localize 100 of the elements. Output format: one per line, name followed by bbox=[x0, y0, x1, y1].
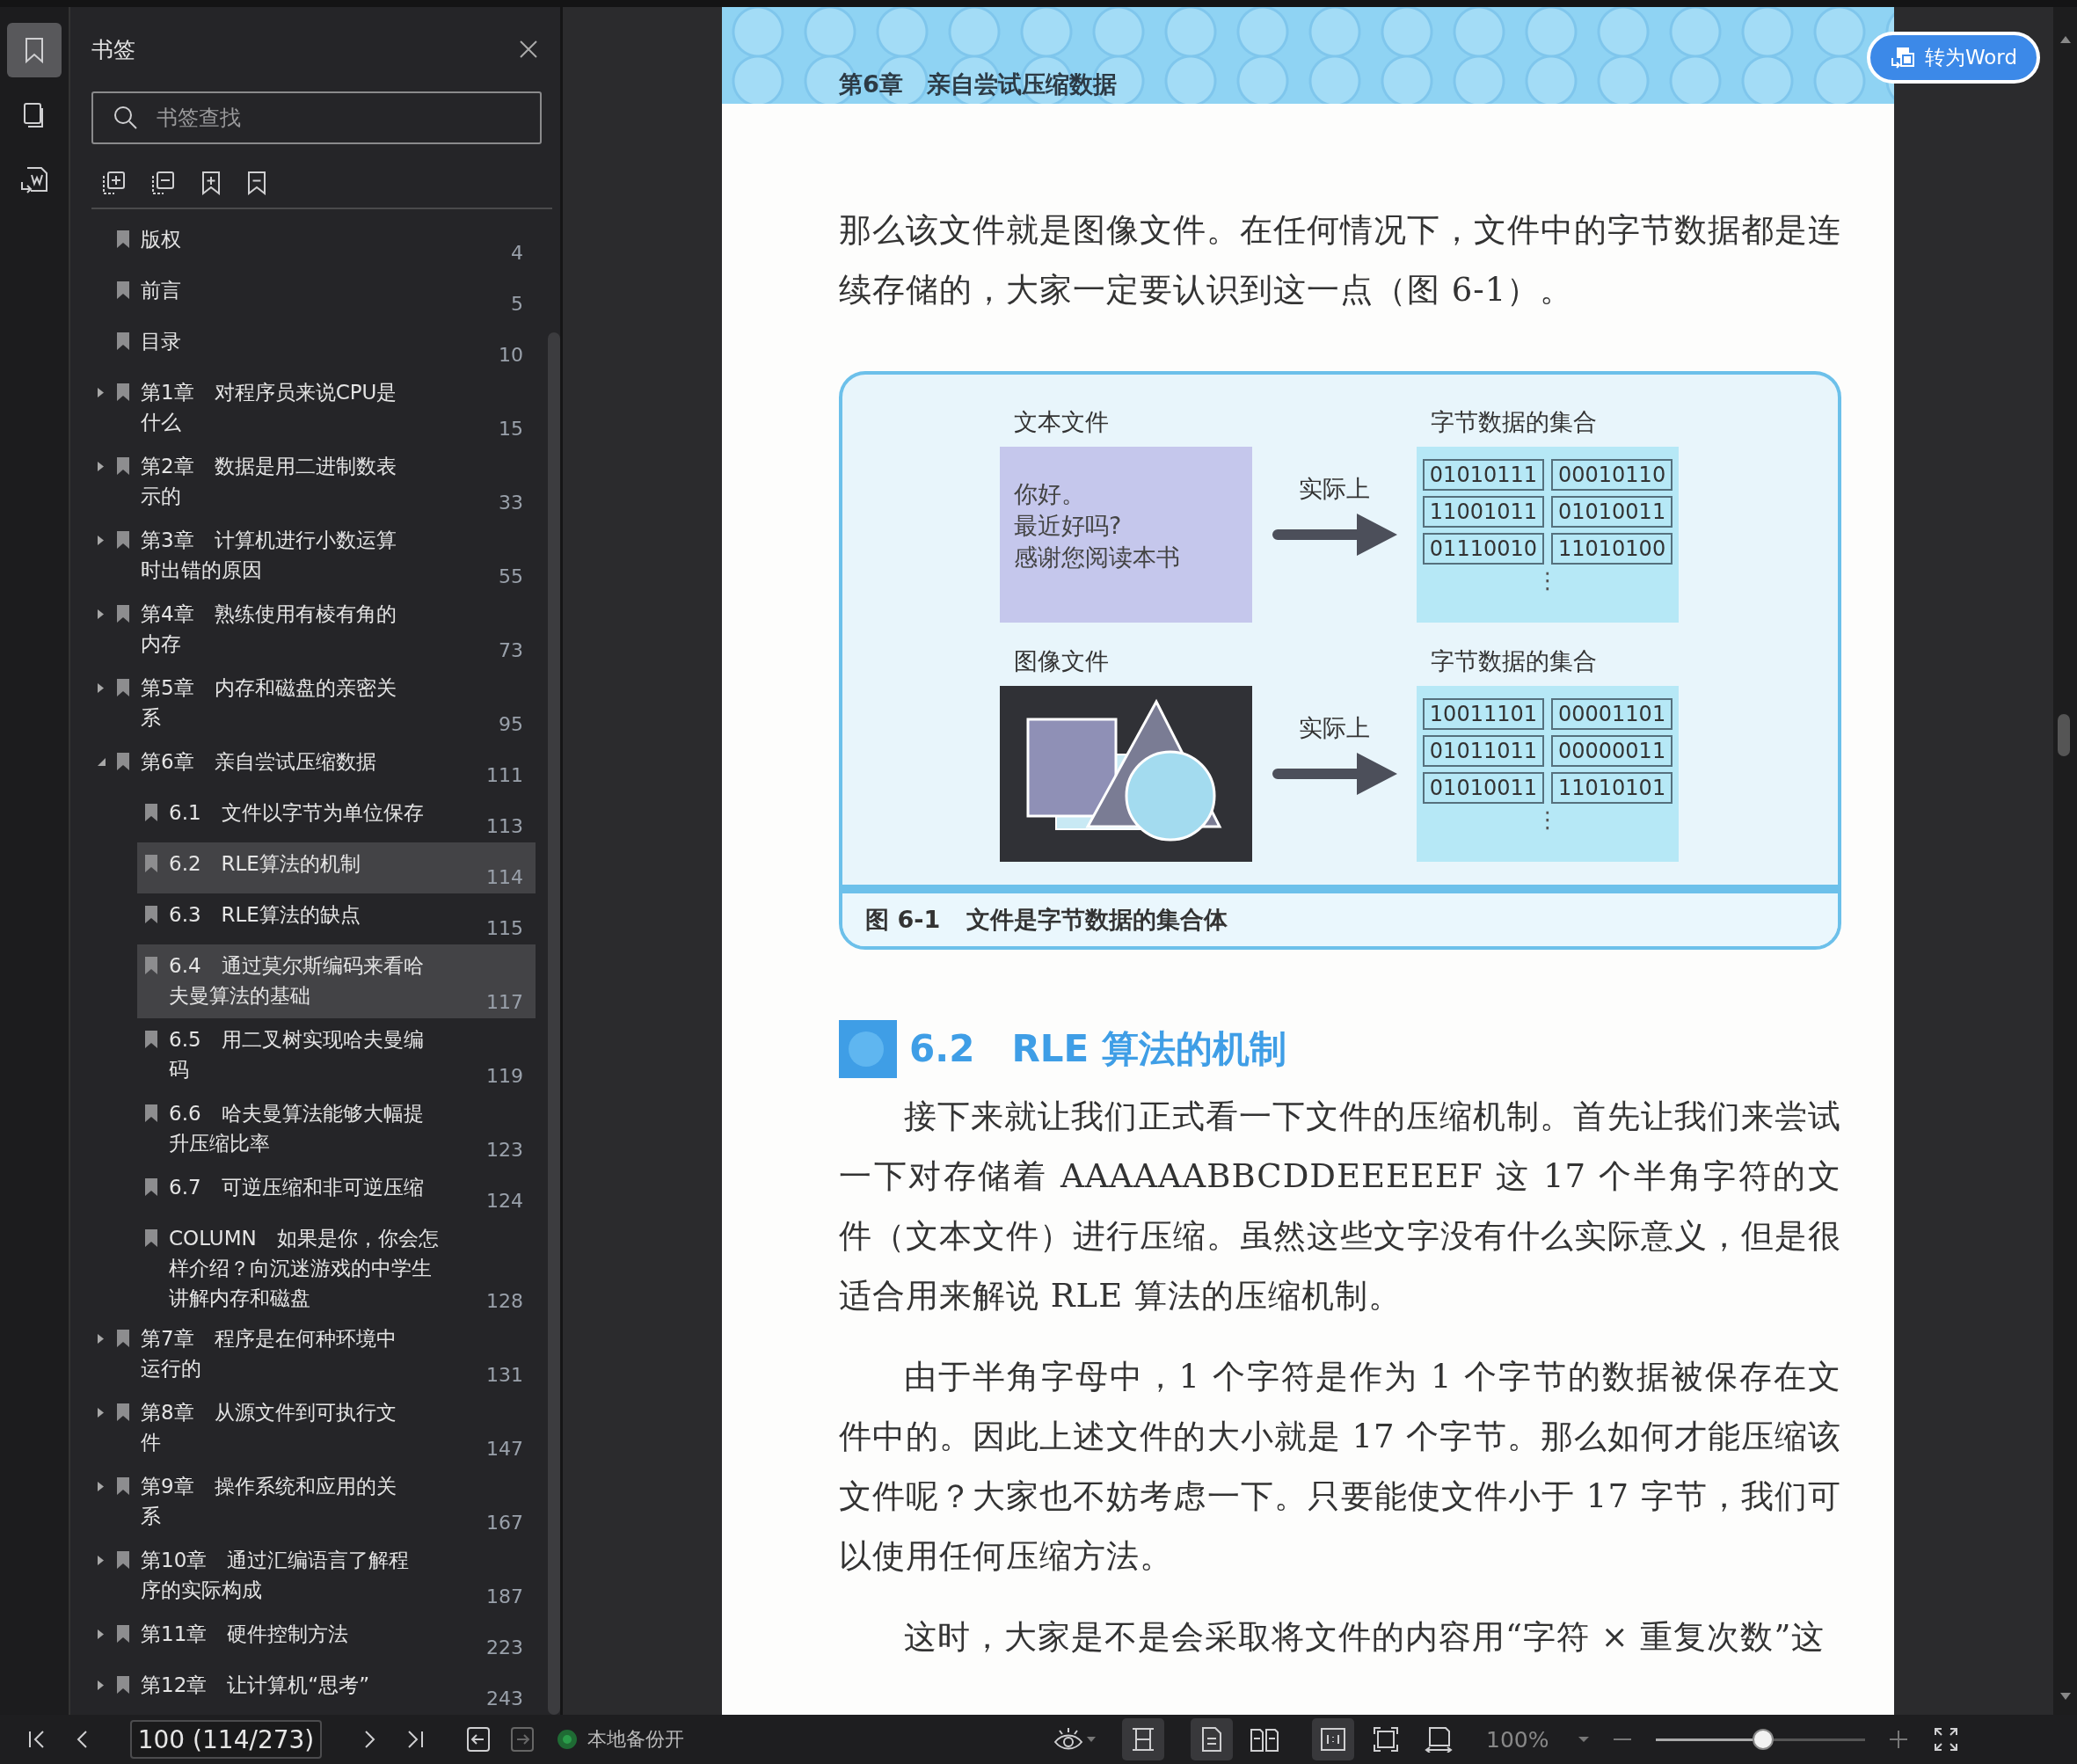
search-field[interactable]: 书签查找 bbox=[91, 91, 542, 144]
page-number: 124 bbox=[486, 1189, 525, 1214]
collapse-all-icon[interactable] bbox=[151, 171, 176, 195]
bookmark-title: 6.4 通过莫尔斯编码来看哈夫曼算法的基础 bbox=[169, 953, 425, 1009]
backup-status: 本地备份开 bbox=[587, 1727, 684, 1752]
page-number: 15 bbox=[499, 417, 525, 441]
bookmark-item[interactable]: 第8章 从源文件到可执行文件 147 bbox=[91, 1391, 536, 1465]
bookmark-item[interactable]: 6.4 通过莫尔斯编码来看哈夫曼算法的基础 117 bbox=[137, 944, 536, 1018]
bookmark-item[interactable]: 第11章 硬件控制方法 223 bbox=[91, 1613, 536, 1664]
figure-label: 文本文件 bbox=[1013, 407, 1110, 437]
bookmark-title: 第5章 内存和磁盘的亲密关系 bbox=[141, 675, 397, 731]
page-number: 55 bbox=[499, 565, 525, 589]
collapsed-triangle-icon[interactable] bbox=[97, 1480, 105, 1492]
bookmark-item[interactable]: 版权 4 bbox=[91, 218, 536, 269]
page-number: 5 bbox=[511, 292, 525, 317]
scrollbar-thumb[interactable] bbox=[548, 332, 560, 1715]
page-number: 223 bbox=[486, 1636, 525, 1660]
collapsed-triangle-icon[interactable] bbox=[97, 386, 105, 398]
collapsed-triangle-icon[interactable] bbox=[97, 682, 105, 694]
figure-caption: 文件是字节数据的集合体 bbox=[966, 905, 1228, 935]
byte-cell: 01110010 bbox=[1422, 533, 1544, 565]
bookmark-item[interactable]: 第10章 通过汇编语言了解程序的实际构成 187 bbox=[91, 1539, 536, 1613]
bookmark-item[interactable]: 6.2 RLE算法的机制 114 bbox=[137, 842, 536, 893]
bookmark-item[interactable]: 6.3 RLE算法的缺点 115 bbox=[137, 893, 536, 944]
zoom-slider[interactable] bbox=[1656, 1729, 1866, 1750]
figure-number: 图 6-1 bbox=[865, 905, 941, 935]
byte-cell: 01010111 bbox=[1422, 459, 1544, 491]
page-number: 243 bbox=[486, 1687, 525, 1711]
bookmark-item[interactable]: 第12章 让计算机“思考” 243 bbox=[91, 1664, 536, 1715]
bookmark-item[interactable]: COLUMN 如果是你，你会怎样介绍？向沉迷游戏的中学生讲解内存和磁盘 128 bbox=[137, 1217, 536, 1317]
bookmark-item[interactable]: 第4章 熟练使用有棱有角的内存 73 bbox=[91, 593, 536, 667]
bookmark-item[interactable]: 6.6 哈夫曼算法能够大幅提升压缩比率 123 bbox=[137, 1092, 536, 1166]
byte-cell: 11010100 bbox=[1551, 533, 1673, 565]
bookmark-title: 6.2 RLE算法的机制 bbox=[169, 851, 361, 877]
caret-icon[interactable] bbox=[1578, 1736, 1590, 1743]
bookmark-item[interactable]: 第6章 亲自尝试压缩数据 111 bbox=[91, 740, 536, 791]
collapsed-triangle-icon[interactable] bbox=[97, 534, 105, 546]
bookmark-item[interactable]: 6.1 文件以字节为单位保存 113 bbox=[137, 791, 536, 842]
close-icon[interactable] bbox=[519, 40, 538, 59]
byte-cell: 10011101 bbox=[1422, 698, 1544, 730]
page-number: 33 bbox=[499, 491, 525, 515]
bookmark-item[interactable]: 第2章 数据是用二进制数表示的 33 bbox=[91, 445, 536, 519]
figure-label: 字节数据的集合 bbox=[1430, 646, 1598, 676]
bookmark-title: 6.5 用二叉树实现哈夫曼编码 bbox=[169, 1027, 425, 1082]
bookmark-title: 版权 bbox=[141, 227, 182, 252]
collapsed-triangle-icon[interactable] bbox=[97, 608, 105, 620]
remove-bookmark-icon[interactable] bbox=[246, 171, 267, 195]
byte-cell: 01011011 bbox=[1422, 735, 1544, 767]
bookmark-item[interactable]: 第9章 操作系统和应用的关系 167 bbox=[91, 1465, 536, 1539]
bookmark-title: 6.7 可逆压缩和非可逆压缩 bbox=[169, 1175, 425, 1200]
collapsed-triangle-icon[interactable] bbox=[97, 1406, 105, 1418]
page-number: 115 bbox=[486, 916, 525, 941]
byte-cell: 00010110 bbox=[1551, 459, 1673, 491]
convert-to-word-button[interactable]: 转为Word bbox=[1866, 32, 2040, 84]
bookmark-icon[interactable] bbox=[7, 23, 62, 77]
page-number: 167 bbox=[486, 1511, 525, 1535]
single-page-icon[interactable] bbox=[1191, 1718, 1233, 1760]
arrow-label: 实际上 bbox=[1299, 474, 1370, 504]
expanded-triangle-icon[interactable] bbox=[97, 756, 106, 767]
collapsed-triangle-icon[interactable] bbox=[97, 460, 105, 472]
bookmark-title: 6.6 哈夫曼算法能够大幅提升压缩比率 bbox=[169, 1101, 425, 1156]
bookmark-item[interactable]: 第7章 程序是在何种环境中运行的 131 bbox=[91, 1317, 536, 1391]
bookmark-item[interactable]: 前言 5 bbox=[91, 269, 536, 320]
byte-cell: 11010101 bbox=[1551, 772, 1673, 804]
zoom-dropdown[interactable]: 100% bbox=[1486, 1726, 1590, 1753]
page-number: 111 bbox=[486, 763, 525, 788]
add-bookmark-icon[interactable] bbox=[200, 171, 222, 195]
search-icon bbox=[113, 105, 139, 131]
body-paragraph: 接下来就让我们正式看一下文件的压缩机制。首先让我们来尝试一下对存储着 AAAAAABBCDDEEEEEF 这 17 个半角字符的文件（文本文件）进行压缩。虽然这些文字没有什么实际意义，但是很适合用来解说 RLE 算法的压缩机制。 bbox=[839, 1097, 1841, 1316]
page-number: 95 bbox=[499, 712, 525, 737]
continuous-scroll-icon[interactable] bbox=[1122, 1718, 1164, 1760]
bookmark-title: 第8章 从源文件到可执行文件 bbox=[141, 1400, 397, 1455]
bookmark-title: 第11章 硬件控制方法 bbox=[141, 1622, 350, 1647]
bookmark-title: 6.3 RLE算法的缺点 bbox=[169, 902, 361, 928]
bookmark-title: COLUMN 如果是你，你会怎样介绍？向沉迷游戏的中学生讲解内存和磁盘 bbox=[169, 1226, 440, 1311]
bookmark-item[interactable]: 第1章 对程序员来说CPU是什么 15 bbox=[91, 371, 536, 445]
slider-thumb[interactable] bbox=[1752, 1729, 1774, 1750]
expand-all-icon[interactable] bbox=[102, 171, 127, 195]
bookmark-title: 第6章 亲自尝试压缩数据 bbox=[141, 749, 377, 775]
bookmark-item[interactable]: 第5章 内存和磁盘的亲密关系 95 bbox=[91, 667, 536, 740]
collapsed-triangle-icon[interactable] bbox=[97, 1628, 105, 1640]
scrollbar-thumb[interactable] bbox=[2058, 714, 2070, 756]
actual-size-icon[interactable] bbox=[1312, 1718, 1354, 1760]
page-number: 131 bbox=[486, 1363, 525, 1388]
collapsed-triangle-icon[interactable] bbox=[97, 1679, 105, 1691]
collapsed-triangle-icon[interactable] bbox=[97, 1332, 105, 1345]
text-line: 你好。 bbox=[1014, 479, 1086, 509]
arrow-label: 实际上 bbox=[1299, 713, 1370, 743]
figure-label: 字节数据的集合 bbox=[1430, 407, 1598, 437]
page-number-field[interactable]: 100 (114/273) bbox=[130, 1720, 322, 1759]
bookmark-title: 第2章 数据是用二进制数表示的 bbox=[141, 454, 397, 509]
bookmark-item[interactable]: 目录 10 bbox=[91, 320, 536, 371]
bookmark-item[interactable]: 6.7 可逆压缩和非可逆压缩 124 bbox=[137, 1166, 536, 1217]
collapsed-triangle-icon[interactable] bbox=[97, 1554, 105, 1566]
page-number: 117 bbox=[486, 990, 525, 1015]
bookmark-item[interactable]: 6.5 用二叉树实现哈夫曼编码 119 bbox=[137, 1018, 536, 1092]
bookmark-title: 第9章 操作系统和应用的关系 bbox=[141, 1474, 397, 1529]
bookmark-item[interactable]: 第3章 计算机进行小数运算时出错的原因 55 bbox=[91, 519, 536, 593]
body-paragraph: 由于半角字母中，1 个字符是作为 1 个字节的数据被保存在文件中的。因此上述文件的大小就是 17 个字节。那么如何才能压缩该文件呢？大家也不妨考虑一下。只要能使文件小于 17 字节，我们可以使用任何压缩方法。 bbox=[839, 1357, 1841, 1577]
page-number: 128 bbox=[486, 1289, 525, 1314]
